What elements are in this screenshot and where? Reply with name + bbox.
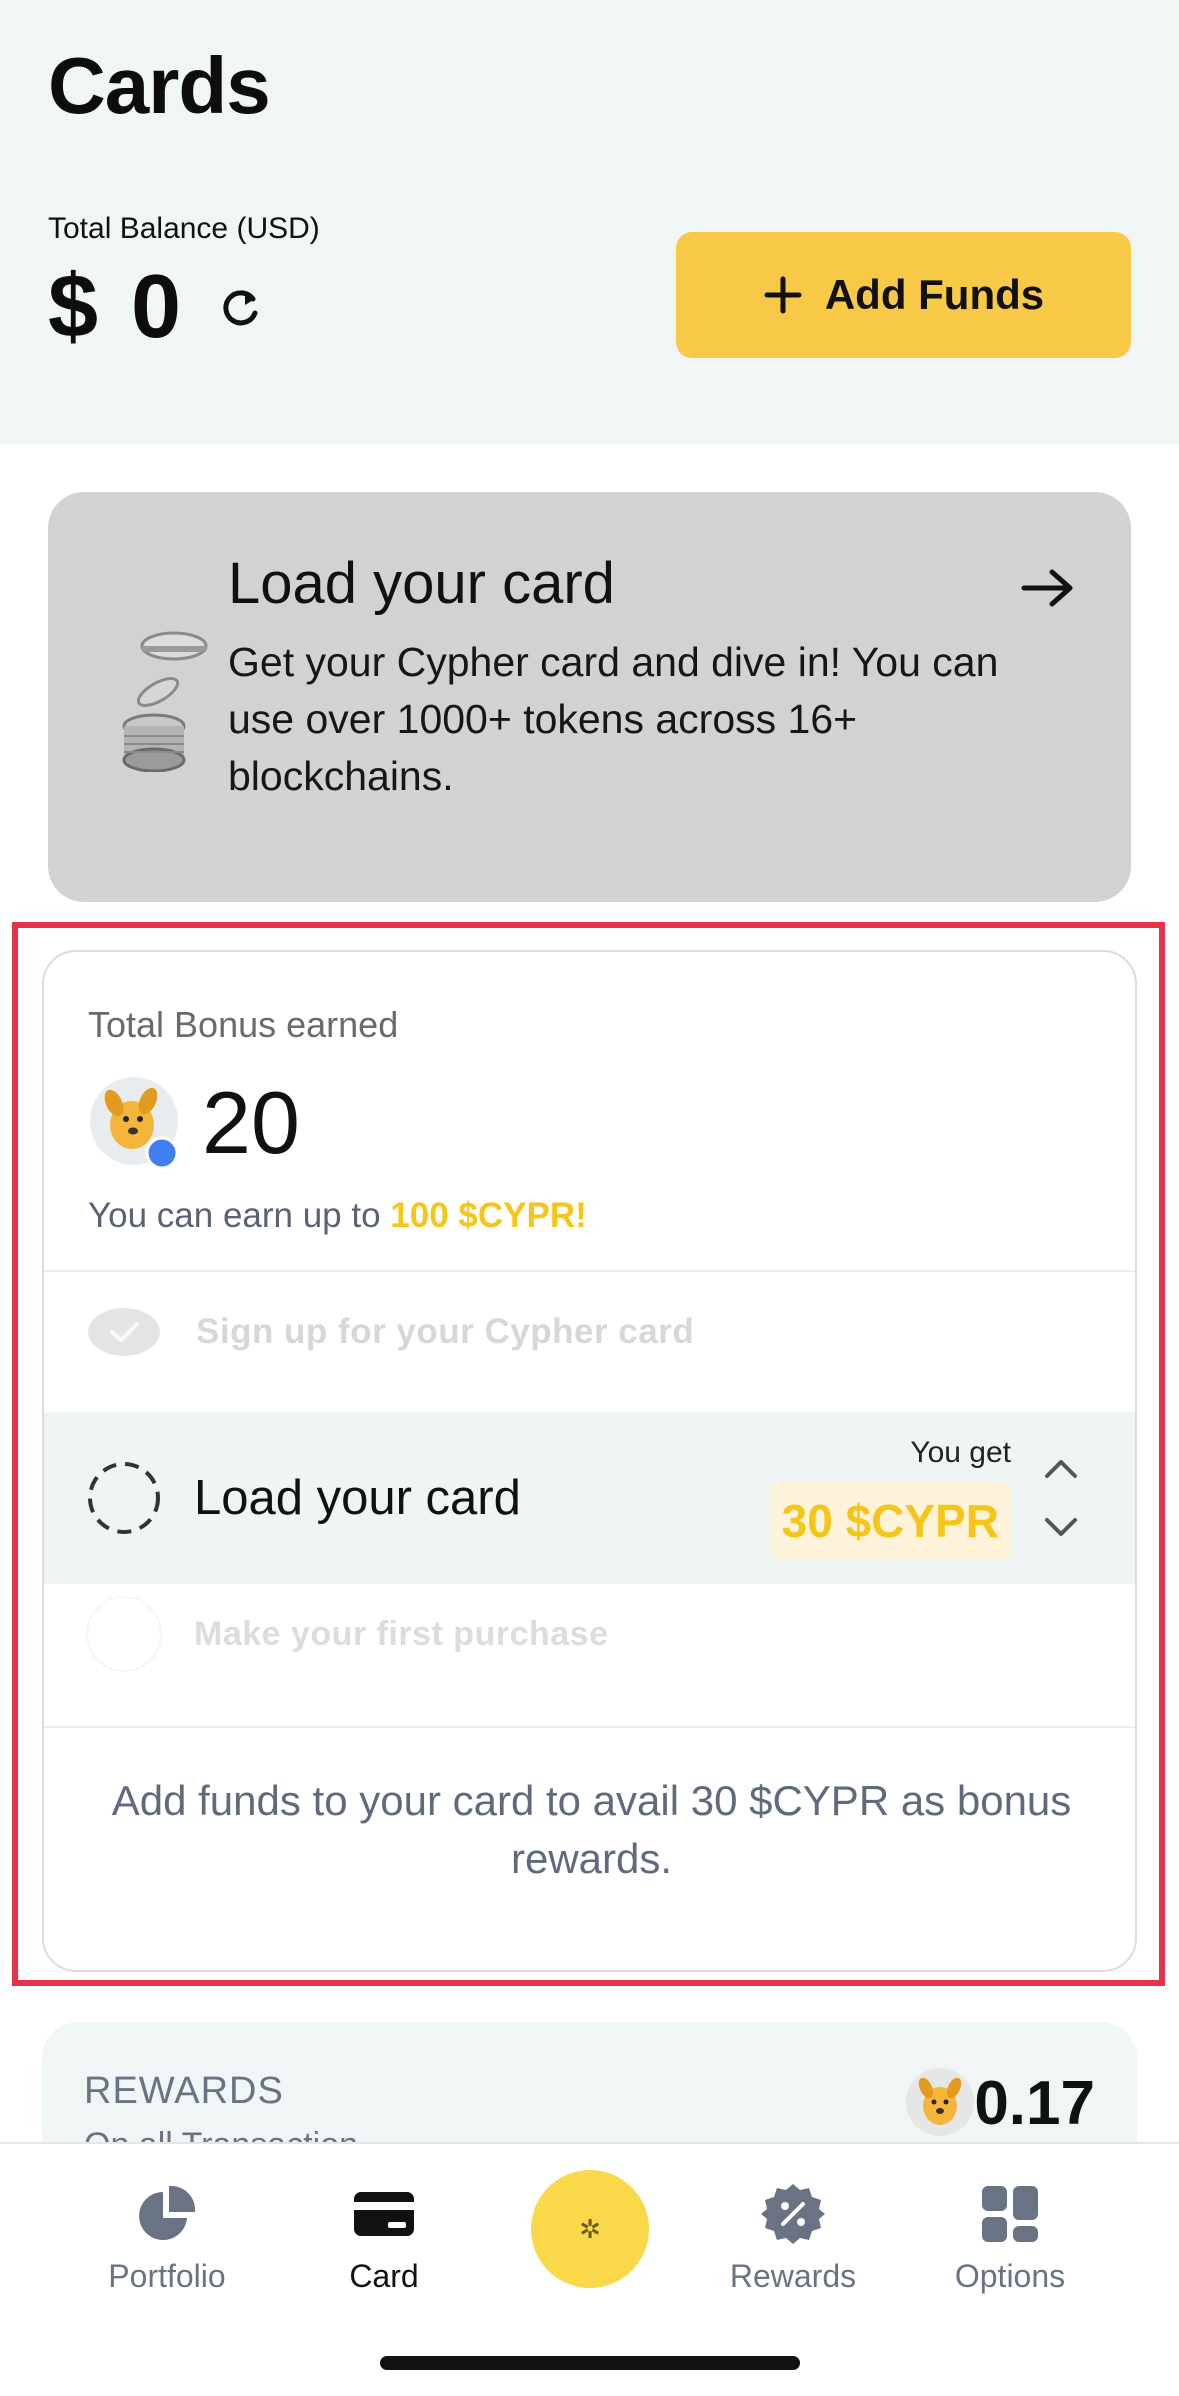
- step-first-purchase: Make your first purchase: [44, 1586, 1135, 1682]
- grid-icon: [982, 2186, 1038, 2242]
- add-funds-label: Add Funds: [824, 271, 1045, 318]
- rewards-value: 0.17: [974, 2069, 1095, 2138]
- cards-screen: Cards Total Balance (USD) $ 0 Add Funds: [0, 0, 1179, 2396]
- reward-chip: 30 $CYPR: [769, 1482, 1011, 1560]
- header: Cards Total Balance (USD) $ 0 Add Funds: [0, 0, 1179, 444]
- step-label: Sign up for your Cypher card: [196, 1312, 695, 1351]
- load-card-banner[interactable]: Load your card Get your Cypher card and …: [48, 492, 1131, 902]
- banner-description: Get your Cypher card and dive in! You ca…: [228, 639, 999, 799]
- step-label: Load your card: [194, 1471, 521, 1525]
- earn-text: You can earn up to 100 $CYPR!: [88, 1196, 587, 1236]
- percent-badge-icon: [761, 2184, 825, 2244]
- chevron-down-icon[interactable]: [1043, 1516, 1079, 1540]
- sparkle-icon: ✲: [579, 2213, 601, 2244]
- tab-bar: Portfolio Card ✲ Rewards Options: [0, 2142, 1179, 2396]
- tab-label: Rewards: [729, 2258, 857, 2294]
- arrow-right-icon: [1021, 569, 1073, 607]
- step-load-card[interactable]: Load your card You get 30 $CYPR: [44, 1412, 1135, 1584]
- page-title: Cards: [48, 41, 271, 130]
- tab-label: Card: [349, 2258, 419, 2294]
- plus-icon: [764, 276, 802, 314]
- divider: [44, 1726, 1135, 1728]
- tab-options[interactable]: Options: [920, 2182, 1100, 2295]
- dashed-circle-icon: [88, 1462, 160, 1534]
- earn-highlight: 100 $CYPR!: [390, 1196, 587, 1235]
- bonus-row: 20: [88, 1072, 300, 1174]
- chevron-up-icon[interactable]: [1043, 1456, 1079, 1480]
- balance-value: $ 0: [48, 257, 186, 357]
- banner-title: Load your card: [228, 551, 615, 616]
- rewards-title: REWARDS: [84, 2070, 284, 2112]
- dog-mascot-icon: [90, 1077, 179, 1170]
- step-signup: Sign up for your Cypher card: [44, 1282, 1135, 1382]
- bonus-label: Total Bonus earned: [88, 1004, 399, 1045]
- tab-label: Options: [954, 2258, 1066, 2294]
- tab-label: Portfolio: [108, 2258, 226, 2294]
- pie-chart-icon: [139, 2185, 196, 2240]
- check-circle-icon: [88, 1308, 160, 1356]
- bonus-footer: Add funds to your card to avail 30 $CYPR…: [111, 1777, 1072, 1882]
- you-get-label: You get: [910, 1436, 1011, 1469]
- tab-portfolio[interactable]: Portfolio: [77, 2182, 257, 2295]
- earn-prefix: You can earn up to: [88, 1196, 391, 1235]
- add-funds-button[interactable]: Add Funds: [676, 232, 1131, 358]
- step-label: Make your first purchase: [194, 1614, 609, 1653]
- dog-mascot-icon: [906, 2068, 974, 2136]
- bonus-value: 20: [202, 1073, 300, 1172]
- center-action-button[interactable]: ✲: [531, 2170, 649, 2288]
- balance-row: $ 0: [48, 256, 265, 359]
- coins-icon: [122, 631, 208, 772]
- credit-card-icon: [354, 2192, 414, 2236]
- balance-label: Total Balance (USD): [48, 212, 320, 245]
- bonus-card: Total Bonus earned 20 You can earn up to…: [42, 950, 1137, 1972]
- tab-rewards[interactable]: Rewards: [703, 2182, 883, 2295]
- tab-card[interactable]: Card: [294, 2182, 474, 2295]
- divider: [44, 1270, 1135, 1272]
- empty-circle-icon: [86, 1596, 162, 1672]
- home-indicator: [380, 2356, 800, 2370]
- refresh-icon[interactable]: [215, 283, 265, 333]
